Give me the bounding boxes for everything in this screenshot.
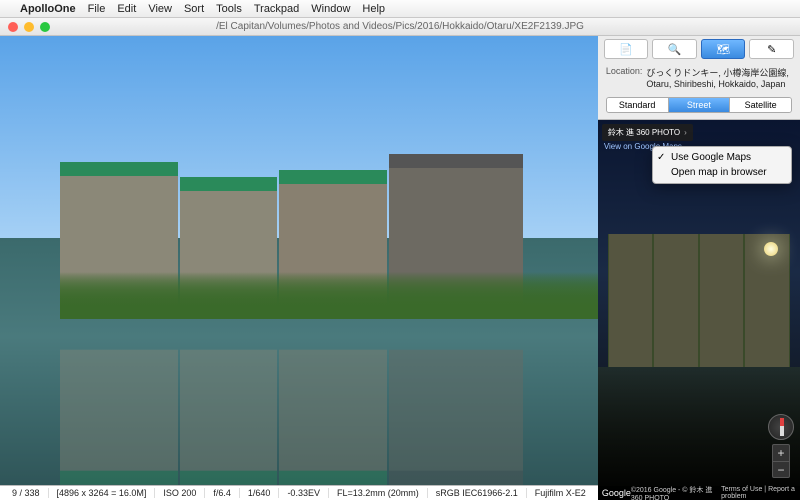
streetview-zoom: + − (772, 444, 790, 478)
status-camera: Fujifilm X-E2 (527, 488, 594, 498)
streetview-copyright: ©2016 Google - © 鈴木 進 360 PHOTO (631, 485, 721, 500)
menu-edit[interactable]: Edit (117, 3, 136, 15)
streetview-footer: Google ©2016 Google - © 鈴木 進 360 PHOTO T… (598, 486, 800, 500)
menu-trackpad[interactable]: Trackpad (254, 3, 299, 15)
maptype-satellite[interactable]: Satellite (729, 98, 791, 112)
mac-menubar: ApolloOne File Edit View Sort Tools Trac… (0, 0, 800, 18)
inspector-tabs: 📄 🔍 🗺 ✎ (598, 36, 800, 62)
window-content: 9 / 338 [4896 x 3264 = 16.0M] ISO 200 f/… (0, 36, 800, 500)
status-aperture: f/6.4 (205, 488, 240, 498)
zoom-button[interactable] (40, 22, 50, 32)
tab-edit-icon[interactable]: ✎ (749, 39, 794, 59)
window-titlebar[interactable]: /El Capitan/Volumes/Photos and Videos/Pi… (0, 18, 800, 36)
status-colorspace: sRGB IEC61966-2.1 (428, 488, 527, 498)
menu-file[interactable]: File (88, 3, 106, 15)
status-shutter: 1/640 (240, 488, 280, 498)
close-button[interactable] (8, 22, 18, 32)
photo-pane: 9 / 338 [4896 x 3264 = 16.0M] ISO 200 f/… (0, 36, 598, 500)
inspector-panel: 📄 🔍 🗺 ✎ Location: びっくりドンキー, 小樽海岸公園線, Ota… (598, 36, 800, 500)
google-logo: Google (602, 488, 631, 498)
menu-view[interactable]: View (148, 3, 172, 15)
streetview-author: 鈴木 進 360 PHOTO (608, 127, 680, 138)
status-dimensions: [4896 x 3264 = 16.0M] (49, 488, 156, 498)
map-type-segmented: Standard Street Satellite (606, 97, 792, 113)
zoom-in-button[interactable]: + (773, 445, 789, 461)
streetview-controls: + − (768, 414, 794, 478)
zoom-out-button[interactable]: − (773, 461, 789, 477)
terms-link[interactable]: Terms of Use (721, 486, 762, 493)
compass-icon[interactable] (768, 414, 794, 440)
location-row: Location: びっくりドンキー, 小樽海岸公園線, Otaru, Shir… (598, 62, 800, 95)
menu-sort[interactable]: Sort (184, 3, 204, 15)
menuitem-open-in-browser[interactable]: Open map in browser (653, 165, 791, 180)
app-window: /El Capitan/Volumes/Photos and Videos/Pi… (0, 18, 800, 500)
streetview-author-badge[interactable]: 鈴木 進 360 PHOTO › (602, 124, 693, 141)
inspector-header: 📄 🔍 🗺 ✎ Location: びっくりドンキー, 小樽海岸公園線, Ota… (598, 36, 800, 120)
main-photo[interactable] (0, 36, 598, 485)
status-focal-length: FL=13.2mm (20mm) (329, 488, 428, 498)
menu-help[interactable]: Help (362, 3, 385, 15)
location-value: びっくりドンキー, 小樽海岸公園線, Otaru, Shiribeshi, Ho… (646, 66, 792, 89)
photo-statusbar: 9 / 338 [4896 x 3264 = 16.0M] ISO 200 f/… (0, 485, 598, 500)
chevron-right-icon: › (684, 128, 687, 137)
traffic-lights (0, 22, 50, 32)
tab-search-icon[interactable]: 🔍 (652, 39, 697, 59)
app-name-menu[interactable]: ApolloOne (20, 3, 76, 15)
status-index: 9 / 338 (4, 488, 49, 498)
location-label: Location: (606, 66, 643, 89)
maptype-street[interactable]: Street (668, 98, 730, 112)
streetlamp-icon (764, 242, 778, 256)
tab-document-icon[interactable]: 📄 (604, 39, 649, 59)
menuitem-use-google-maps[interactable]: Use Google Maps (653, 150, 791, 165)
status-iso: ISO 200 (155, 488, 205, 498)
status-ev: -0.33EV (279, 488, 329, 498)
map-context-menu: Use Google Maps Open map in browser (652, 146, 792, 184)
tab-map-icon[interactable]: 🗺 (701, 39, 746, 59)
menu-window[interactable]: Window (311, 3, 350, 15)
menu-tools[interactable]: Tools (216, 3, 242, 15)
maptype-standard[interactable]: Standard (607, 98, 668, 112)
window-title-path: /El Capitan/Volumes/Photos and Videos/Pi… (0, 21, 800, 32)
minimize-button[interactable] (24, 22, 34, 32)
